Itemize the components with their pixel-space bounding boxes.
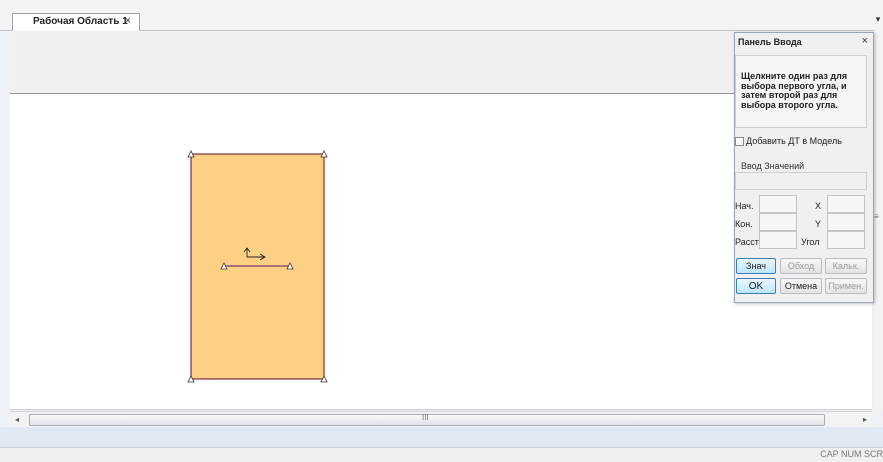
- cancel-button[interactable]: Отмена: [780, 278, 822, 294]
- x-field[interactable]: [827, 195, 865, 213]
- vertical-scrollbar[interactable]: ≡: [874, 30, 883, 410]
- input-panel: Панель Ввода × Щелкните один раз для выб…: [734, 32, 874, 303]
- add-dt-label: Добавить ДТ в Модель: [746, 136, 842, 146]
- document-tab-bar: Рабочая Область 1 × ▾: [0, 0, 883, 31]
- values-button[interactable]: Знач: [736, 258, 776, 274]
- status-bar: CAP NUM SCR: [0, 447, 883, 462]
- add-dt-checkbox[interactable]: [735, 137, 744, 146]
- panel-title: Панель Ввода: [738, 37, 802, 47]
- apply-button[interactable]: Примен.: [825, 278, 867, 294]
- end-label: Кон.: [735, 219, 753, 229]
- y-label: Y: [815, 219, 822, 229]
- calc-button[interactable]: Кальк.: [825, 258, 867, 274]
- bypass-button[interactable]: Обход: [780, 258, 822, 274]
- scrollbar-thumb[interactable]: III: [29, 413, 825, 426]
- scroll-right-icon[interactable]: ▸: [858, 412, 872, 427]
- bottom-toolbar-area: [0, 427, 883, 447]
- tab-label: Рабочая Область 1: [33, 16, 128, 27]
- start-field[interactable]: [759, 195, 797, 213]
- status-indicators: CAP NUM SCR: [820, 449, 883, 459]
- value-group-label: Ввод Значений: [740, 161, 806, 171]
- tab-workspace-1[interactable]: Рабочая Область 1 ×: [12, 13, 140, 31]
- angle-label: Угол: [801, 237, 820, 247]
- tab-list-dropdown-icon[interactable]: ▾: [873, 14, 883, 24]
- grip-icon: ≡: [874, 212, 879, 221]
- distance-field[interactable]: [759, 231, 797, 249]
- angle-field[interactable]: [827, 231, 865, 249]
- scroll-left-icon[interactable]: ◂: [10, 412, 24, 427]
- value-input-field[interactable]: [735, 172, 867, 190]
- grip-icon: III: [422, 413, 429, 422]
- close-icon[interactable]: ×: [862, 35, 868, 47]
- panel-instruction: Щелкните один раз для выбора первого угл…: [735, 55, 867, 128]
- x-label: X: [815, 201, 822, 211]
- close-icon[interactable]: ×: [125, 15, 131, 27]
- horizontal-scrollbar[interactable]: ◂ III ▸: [10, 411, 872, 427]
- ok-button[interactable]: OK: [736, 278, 776, 294]
- y-field[interactable]: [827, 213, 865, 231]
- start-label: Нач.: [735, 201, 754, 211]
- distance-label: Расст: [735, 237, 759, 247]
- end-field[interactable]: [759, 213, 797, 231]
